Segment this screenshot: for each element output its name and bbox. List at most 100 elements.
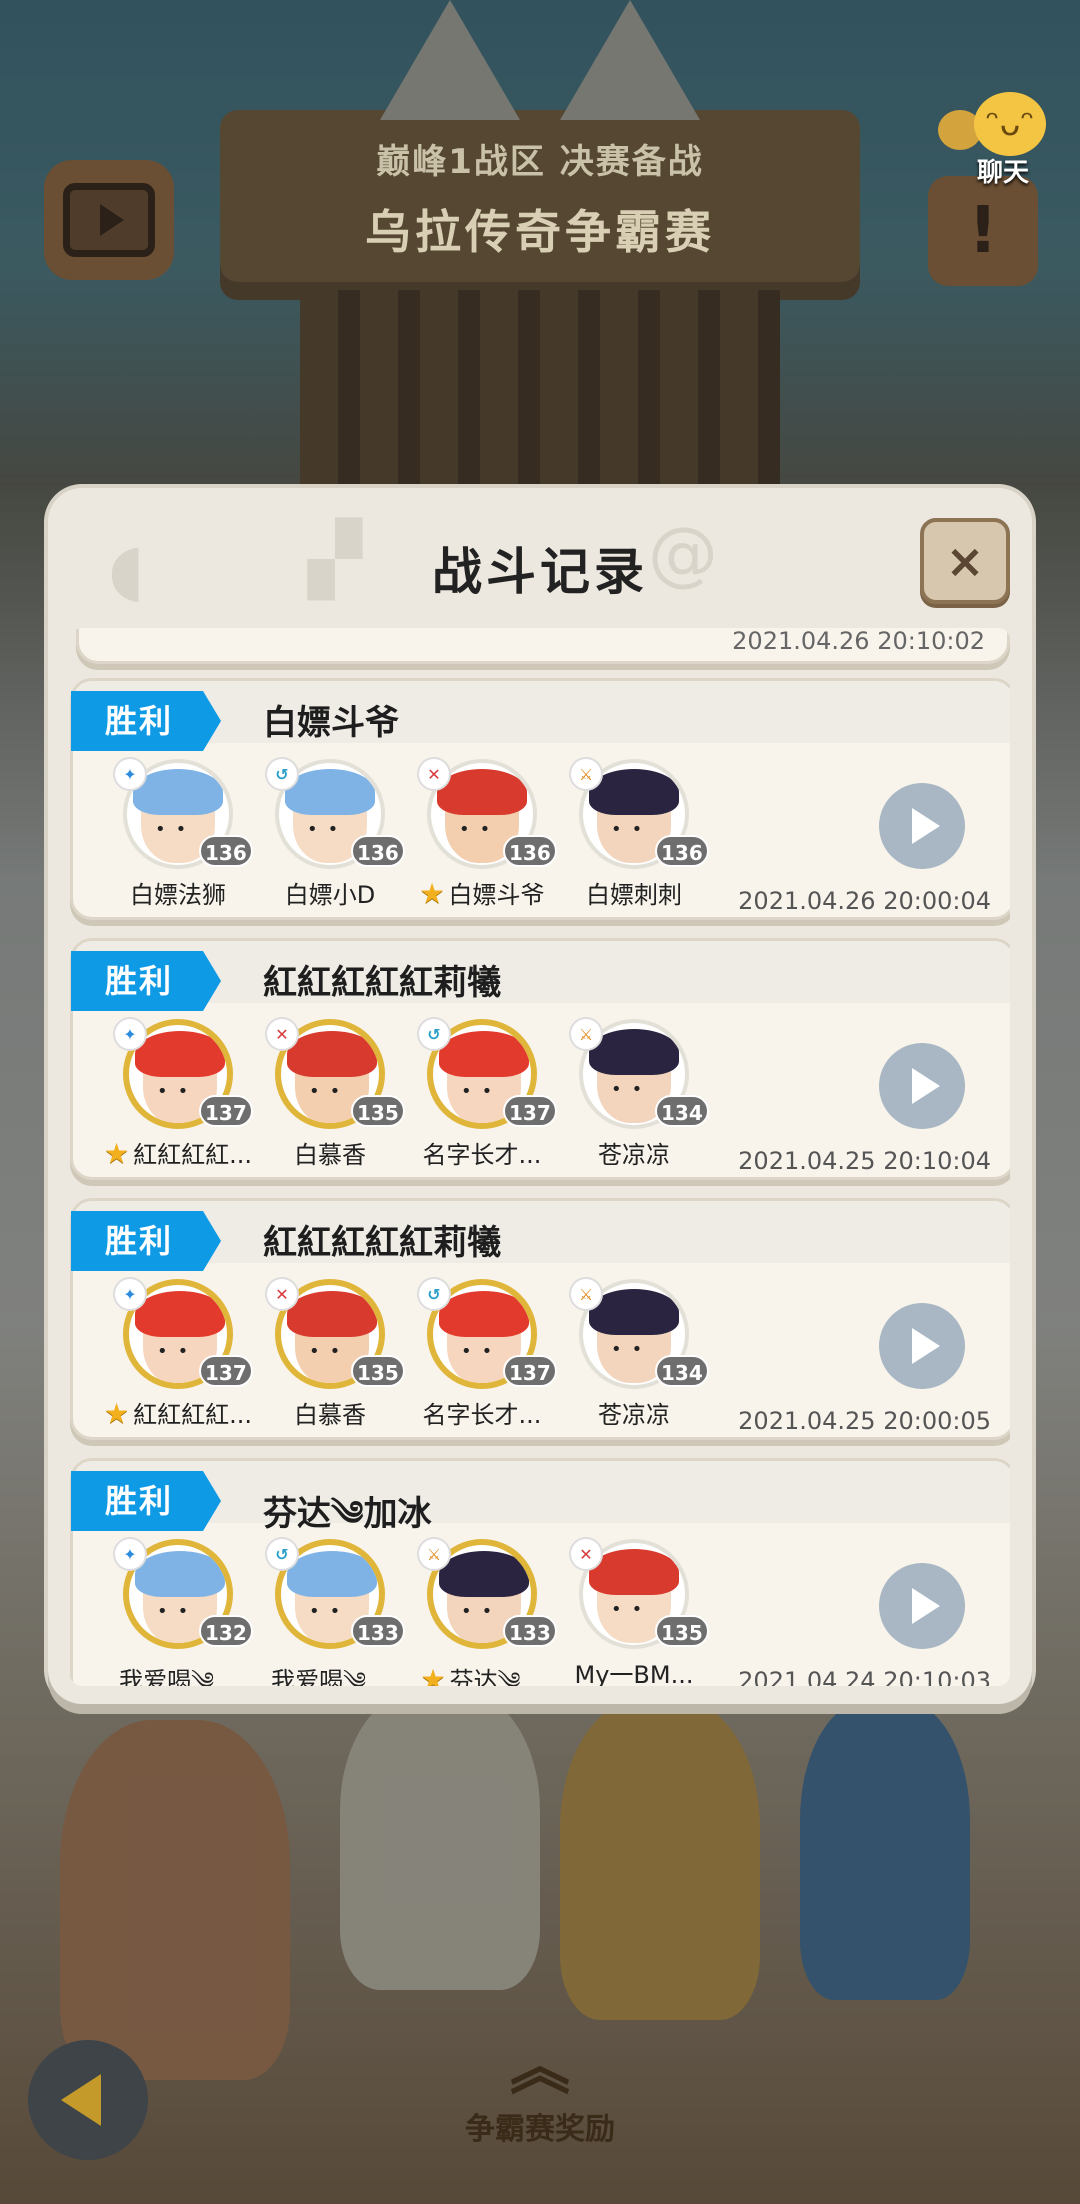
close-button[interactable]: × (920, 518, 1010, 604)
player-name-row: 名字长才... (401, 1135, 563, 1170)
player-slot[interactable]: •• ⚔ 136 白嫖刺刺 (559, 757, 709, 909)
replay-tv-button[interactable] (44, 160, 174, 280)
record-time: 2021.04.25 20:00:05 (738, 1407, 991, 1435)
double-chevron-up-icon: ︽ (510, 2033, 570, 2103)
player-slot[interactable]: •• ↺ 137 名字长才... (407, 1017, 557, 1169)
rules-button[interactable]: ! (928, 176, 1038, 286)
player-name-row: ★ 紅紅紅紅... (97, 1135, 259, 1170)
player-slot[interactable]: •• ✕ 135 My一BM... (559, 1537, 709, 1686)
player-slot[interactable]: •• ✦ 132 我爱喝༄... (103, 1537, 253, 1686)
player-slot[interactable]: •• ✕ 135 白慕香 (255, 1017, 405, 1169)
player-slot[interactable]: •• ↺ 136 白嫖小D (255, 757, 405, 909)
player-level-badge: 136 (199, 835, 253, 867)
avatar-hair (439, 1031, 529, 1077)
chat-face-icon: ᵔᴗᵔ (974, 92, 1046, 156)
player-slot[interactable]: •• ⚔ 134 苍凉凉 (559, 1277, 709, 1429)
player-name: 白嫖小D (284, 881, 376, 909)
avatar-eyes: •• (309, 1341, 351, 1362)
record-time: 2021.04.26 20:00:04 (738, 887, 991, 915)
player-level-badge: 132 (199, 1615, 253, 1647)
avatar-eyes: •• (309, 1081, 351, 1102)
avatar-eyes: •• (461, 1601, 503, 1622)
chat-button[interactable]: ᵔᴗᵔ 聊天 (934, 88, 1054, 188)
avatar-eyes: •• (611, 1599, 653, 1620)
player-level-badge: 134 (655, 1355, 709, 1387)
avatar-eyes: •• (459, 819, 501, 840)
avatar-eyes: •• (611, 1339, 653, 1360)
player-name: 名字长才... (422, 1401, 542, 1429)
avatar-hair (135, 1551, 225, 1597)
modal-title: 战斗记录 (432, 543, 648, 601)
result-tag: 胜利 (71, 951, 221, 1011)
player-slot[interactable]: •• ✦ 136 白嫖法狮 (103, 757, 253, 909)
player-slot[interactable]: •• ⚔ 133 ★ 芬达༄... (407, 1537, 557, 1686)
player-name-row: 名字长才... (401, 1395, 563, 1430)
player-lineup: •• ✦ 136 白嫖法狮 •• ↺ 136 白嫖小D •• ✕ 136 ★ 白嫖斗爷 •• ⚔ 136 白嫖刺… (103, 757, 743, 910)
player-name-row: 苍凉凉 (553, 1395, 715, 1430)
player-slot[interactable]: •• ⚔ 134 苍凉凉 (559, 1017, 709, 1169)
player-name: My一BM... (574, 1661, 694, 1686)
player-name: 苍凉凉 (598, 1141, 670, 1169)
record-time: 2021.04.25 20:10:04 (738, 1147, 991, 1175)
player-name: 白慕香 (294, 1401, 366, 1429)
player-slot[interactable]: •• ✕ 136 ★ 白嫖斗爷 (407, 757, 557, 910)
player-level-badge: 135 (655, 1615, 709, 1647)
player-name-row: My一BM... (553, 1655, 715, 1686)
avatar-hair (439, 1551, 529, 1597)
tv-icon (63, 183, 155, 257)
player-level-badge: 135 (351, 1355, 405, 1387)
captain-star-icon: ★ (104, 1137, 130, 1170)
player-name-row: 白嫖刺刺 (553, 875, 715, 910)
player-lineup: •• ✦ 137 ★ 紅紅紅紅... •• ✕ 135 白慕香 •• ↺ 137 名字长才... •• ⚔ 1… (103, 1017, 743, 1170)
player-level-badge: 136 (503, 835, 557, 867)
avatar-eyes: •• (157, 1341, 199, 1362)
support-class-icon: ↺ (417, 1017, 451, 1051)
player-slot[interactable]: •• ↺ 137 名字长才... (407, 1277, 557, 1429)
player-name: 我爱喝༄... (271, 1667, 389, 1686)
player-slot[interactable]: •• ↺ 133 我爱喝༄... (255, 1537, 405, 1686)
player-name-row: 白慕香 (249, 1135, 411, 1170)
play-icon (912, 1588, 940, 1624)
player-name-row: ★ 芬达༄... (401, 1655, 563, 1686)
player-name: 白嫖刺刺 (586, 881, 682, 909)
player-name-row: 我爱喝༄... (249, 1655, 411, 1686)
warrior-class-icon: ✕ (265, 1017, 299, 1051)
player-slot[interactable]: •• ✦ 137 ★ 紅紅紅紅... (103, 1017, 253, 1170)
player-level-badge: 137 (199, 1355, 253, 1387)
warrior-class-icon: ✕ (569, 1537, 603, 1571)
play-icon (912, 1068, 940, 1104)
player-name-row: ★ 紅紅紅紅... (97, 1395, 259, 1430)
support-class-icon: ↺ (417, 1277, 451, 1311)
warrior-class-icon: ✕ (265, 1277, 299, 1311)
player-slot[interactable]: •• ✦ 137 ★ 紅紅紅紅... (103, 1277, 253, 1430)
player-name: 芬达༄... (449, 1667, 544, 1686)
replay-button[interactable] (879, 1303, 965, 1389)
captain-star-icon: ★ (104, 1397, 130, 1430)
back-button[interactable] (28, 2040, 148, 2160)
player-name-row: 苍凉凉 (553, 1135, 715, 1170)
player-name: 白嫖斗爷 (448, 881, 545, 909)
replay-button[interactable] (879, 783, 965, 869)
player-name-row: ★ 白嫖斗爷 (401, 875, 563, 910)
avatar-eyes: •• (157, 1081, 199, 1102)
replay-button[interactable] (879, 1563, 965, 1649)
tournament-reward-button[interactable]: ︽ 争霸赛奖励 (380, 2033, 700, 2190)
record-time: 2021.04.24 20:10:03 (738, 1667, 991, 1686)
avatar-eyes: •• (157, 1601, 199, 1622)
team-name: 紅紅紅紅紅莉犧 (263, 963, 501, 1003)
player-name: 苍凉凉 (598, 1401, 670, 1429)
player-name: 白慕香 (294, 1141, 366, 1169)
player-level-badge: 136 (351, 835, 405, 867)
player-level-badge: 135 (351, 1095, 405, 1127)
battle-record-list[interactable]: 2021.04.26 20:10:02 胜利 白嫖斗爷 •• ✦ 136 白嫖法狮 •• ↺ 1… (70, 628, 1010, 1686)
avatar-eyes: •• (461, 1081, 503, 1102)
player-level-badge: 136 (655, 835, 709, 867)
record-card: 胜利 白嫖斗爷 •• ✦ 136 白嫖法狮 •• ↺ 136 白嫖小D •• ✕ 136 ★ 白嫖斗爷 •• ⚔… (70, 678, 1010, 920)
result-tag: 胜利 (71, 691, 221, 751)
player-name: 我爱喝༄... (119, 1667, 237, 1686)
player-level-badge: 134 (655, 1095, 709, 1127)
replay-button[interactable] (879, 1043, 965, 1129)
player-name-row: 白嫖法狮 (97, 875, 259, 910)
support-class-icon: ↺ (265, 757, 299, 791)
player-slot[interactable]: •• ✕ 135 白慕香 (255, 1277, 405, 1429)
